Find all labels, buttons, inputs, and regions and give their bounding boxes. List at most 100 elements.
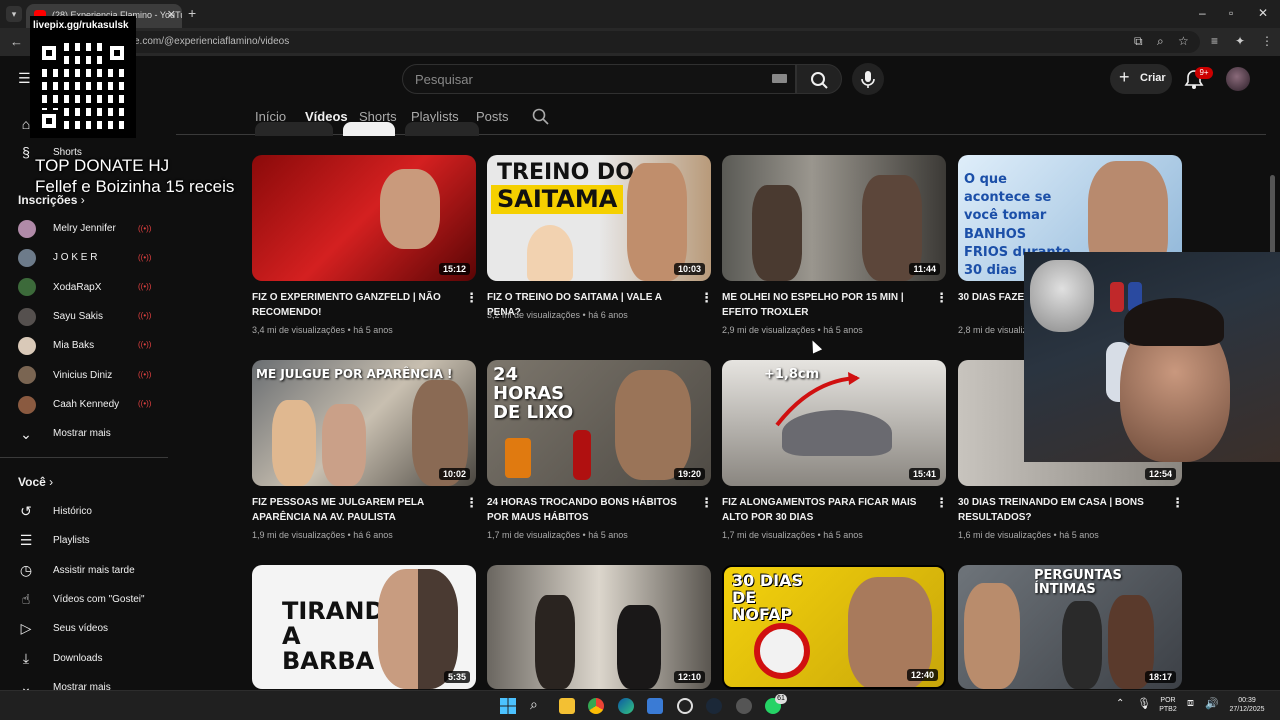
back-arrow-icon[interactable]: ← xyxy=(10,34,23,49)
app-icon[interactable] xyxy=(736,698,752,714)
sidebar-item-sub[interactable]: Melry Jennifer xyxy=(53,223,116,234)
store-icon[interactable] xyxy=(647,698,663,714)
create-button[interactable]: + Criar xyxy=(1110,64,1172,94)
taskbar-search-icon[interactable]: ⌕ xyxy=(530,696,538,713)
video-thumbnail[interactable]: 11:44 xyxy=(722,155,946,281)
hamburger-menu-icon[interactable]: ☰ xyxy=(18,70,31,87)
volume-icon[interactable]: 🔊 xyxy=(1205,697,1219,710)
video-thumbnail[interactable]: 24 HORAS DE LIXO 19:20 xyxy=(487,360,711,486)
url-field[interactable]: e.com/@experienciaflamino/videos xyxy=(30,31,1200,53)
clock[interactable]: 00:39 27/12/2025 xyxy=(1222,696,1272,714)
video-more-icon[interactable]: ⋮ xyxy=(935,495,948,511)
steam-icon[interactable] xyxy=(706,698,722,714)
sub-avatar xyxy=(18,308,36,326)
duration-badge: 12:10 xyxy=(673,671,705,683)
sidebar-item-liked[interactable]: Vídeos com "Gostei" xyxy=(53,594,145,605)
video-more-icon[interactable]: ⋮ xyxy=(1171,495,1184,511)
sidebar-item-your-videos[interactable]: Seus vídeos xyxy=(53,623,108,634)
show-more-subscriptions[interactable]: Mostrar mais xyxy=(53,428,111,439)
qr-code-image xyxy=(36,40,130,134)
microphone-tray-icon[interactable]: 🎙 xyxy=(1137,697,1151,710)
bookmark-star-icon[interactable]: ☆ xyxy=(1178,34,1189,48)
tab-posts[interactable]: Posts xyxy=(476,109,509,124)
donate-overlay-names: Fellef e Boizinha 15 receis xyxy=(35,177,235,196)
you-heading[interactable]: Você › xyxy=(18,475,53,489)
live-indicator-icon: ((•)) xyxy=(138,340,152,349)
video-more-icon[interactable]: ⋮ xyxy=(700,290,713,306)
video-thumbnail[interactable]: ME JULGUE POR APARÊNCIA ! 10:02 xyxy=(252,360,476,486)
search-button[interactable] xyxy=(796,64,842,94)
account-avatar[interactable] xyxy=(1226,67,1250,91)
video-thumbnail[interactable]: TIRANDO A BARBA 5:35 xyxy=(252,565,476,689)
edge-icon[interactable] xyxy=(618,698,634,714)
voice-search-button[interactable] xyxy=(852,63,884,95)
video-thumbnail[interactable]: TREINO DO SAITAMA 10:03 xyxy=(487,155,711,281)
cam-mask-figure xyxy=(1030,260,1094,332)
video-title[interactable]: 30 DIAS TREINANDO EM CASA | BONS RESULTA… xyxy=(958,495,1166,525)
duration-badge: 15:41 xyxy=(908,468,940,480)
cam-toy-figure xyxy=(1110,282,1124,312)
network-icon[interactable]: ⧈ xyxy=(1187,697,1194,710)
tray-chevron-icon[interactable]: ⌃ xyxy=(1116,698,1124,709)
video-title[interactable]: 24 HORAS TROCANDO BONS HÁBITOS POR MAUS … xyxy=(487,495,695,525)
zoom-icon[interactable]: ⌕ xyxy=(1157,34,1164,49)
video-more-icon[interactable]: ⋮ xyxy=(465,495,478,511)
chrome-icon[interactable] xyxy=(588,698,604,714)
thumb-figure xyxy=(1062,601,1102,689)
video-more-icon[interactable]: ⋮ xyxy=(935,290,948,306)
video-thumbnail[interactable]: 30 DIAS DE NOFAP 12:40 xyxy=(722,565,946,689)
video-title[interactable]: FIZ PESSOAS ME JULGAREM PELA APARÊNCIA N… xyxy=(252,495,460,525)
qr-finder xyxy=(38,110,60,132)
sidebar-item-sub[interactable]: Vinicius Diniz xyxy=(53,370,112,381)
sidebar-item-sub[interactable]: XodaRapX xyxy=(53,282,101,293)
channel-search-icon[interactable] xyxy=(532,108,550,126)
obs-icon[interactable] xyxy=(677,698,693,714)
tab-close-icon[interactable]: ✕ xyxy=(167,8,176,21)
sidebar-item-sub[interactable]: Mia Baks xyxy=(53,340,94,351)
close-window-icon[interactable]: ✕ xyxy=(1258,6,1268,20)
install-app-icon[interactable]: ⧉ xyxy=(1134,34,1143,49)
sidebar-item-sub[interactable]: Sayu Sakis xyxy=(53,311,103,322)
video-more-icon[interactable]: ⋮ xyxy=(465,290,478,306)
video-thumbnail[interactable]: 12:10 xyxy=(487,565,711,689)
clock-time: 00:39 xyxy=(1238,697,1256,704)
video-thumbnail[interactable]: PERGUNTAS ÍNTIMAS 18:17 xyxy=(958,565,1182,689)
sidebar-divider xyxy=(0,457,168,458)
sidebar-item-history[interactable]: Histórico xyxy=(53,506,92,517)
sidebar-item-watch-later[interactable]: Assistir mais tarde xyxy=(53,565,135,576)
file-explorer-icon[interactable] xyxy=(559,698,575,714)
extensions-icon[interactable]: ✦ xyxy=(1235,34,1245,48)
minimize-icon[interactable]: – xyxy=(1199,6,1206,20)
sidebar-item-playlists[interactable]: Playlists xyxy=(53,535,90,546)
sidebar-item-sub[interactable]: J O K E R xyxy=(53,252,97,263)
browser-menu-icon[interactable]: ⋮ xyxy=(1261,34,1273,48)
sidebar-item-sub[interactable]: Caah Kennedy xyxy=(53,399,119,410)
search-input[interactable]: Pesquisar xyxy=(402,64,796,94)
tab-list-chevron-icon[interactable]: ▾ xyxy=(6,6,22,22)
view-count: 1,9 mi de visualizações xyxy=(252,530,346,540)
video-meta: 1,7 mi de visualizações • há 5 anos xyxy=(722,530,863,540)
keyboard-icon[interactable] xyxy=(772,74,787,83)
video-title[interactable]: ME OLHEI NO ESPELHO POR 15 MIN | EFEITO … xyxy=(722,290,930,320)
video-more-icon[interactable]: ⋮ xyxy=(700,495,713,511)
clock-date: 27/12/2025 xyxy=(1229,706,1265,713)
video-thumbnail[interactable]: 15:12 xyxy=(252,155,476,281)
video-thumbnail[interactable]: +1,8cm 15:41 xyxy=(722,360,946,486)
windows-start-icon[interactable] xyxy=(500,698,516,714)
thumbs-up-icon: ☝ xyxy=(21,591,31,607)
lang-code: POR xyxy=(1160,697,1176,704)
page-scrollbar[interactable] xyxy=(1270,175,1275,255)
reading-list-icon[interactable]: ≡ xyxy=(1211,34,1218,48)
video-title[interactable]: 30 DIAS FAZEN... DOENÇA DE P... xyxy=(958,290,1024,305)
new-tab-plus-icon[interactable]: + xyxy=(188,5,196,21)
windows-taskbar: ⌕ 61 ⌃ 🎙 POR PTB2 ⧈ 🔊 00:39 27/12/2025 xyxy=(0,690,1280,720)
shorts-icon[interactable]: § xyxy=(18,144,34,160)
video-title[interactable]: FIZ ALONGAMENTOS PARA FICAR MAIS ALTO PO… xyxy=(722,495,930,525)
thumb-figure xyxy=(752,185,802,281)
video-title[interactable]: FIZ O EXPERIMENTO GANZFELD | NÃO RECOMEN… xyxy=(252,290,460,320)
input-language[interactable]: POR PTB2 xyxy=(1157,696,1179,714)
video-meta: 3,4 mi de visualizações • há 5 anos xyxy=(252,325,393,335)
thumb-figure xyxy=(380,169,440,249)
restore-icon[interactable]: ▫ xyxy=(1229,6,1233,20)
sidebar-item-downloads[interactable]: Downloads xyxy=(53,653,102,664)
